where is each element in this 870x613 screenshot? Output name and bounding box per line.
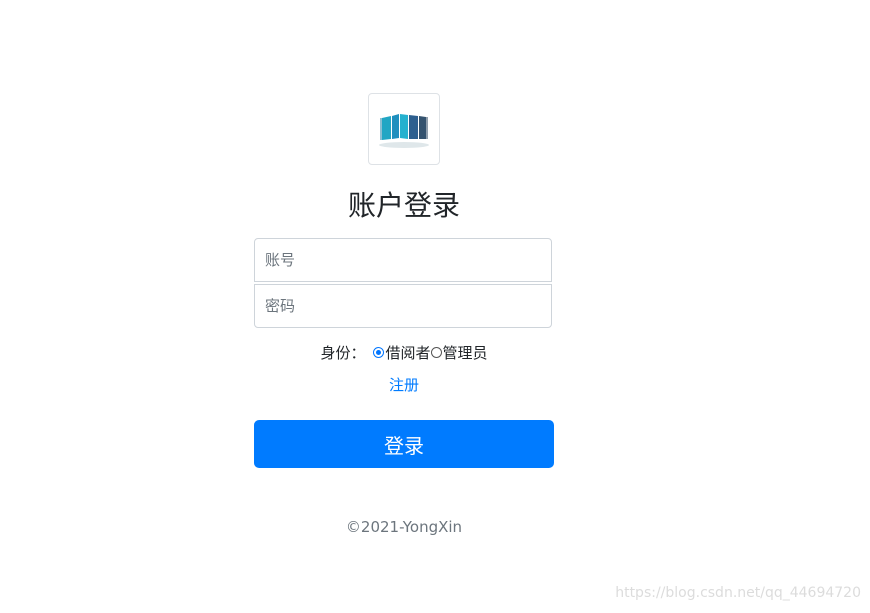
logo-box bbox=[368, 93, 440, 165]
watermark-text: https://blog.csdn.net/qq_44694720 bbox=[615, 585, 861, 601]
account-input[interactable] bbox=[254, 238, 552, 282]
admin-label: 管理员 bbox=[442, 343, 488, 362]
admin-radio[interactable] bbox=[430, 346, 442, 358]
login-button[interactable]: 登录 bbox=[254, 420, 554, 468]
role-option-admin[interactable]: 管理员 bbox=[430, 342, 488, 363]
register-link[interactable]: 注册 bbox=[254, 374, 554, 395]
role-selector: 身份： 借阅者 管理员 bbox=[254, 341, 554, 363]
page-title: 账户登录 bbox=[347, 189, 460, 222]
books-icon bbox=[379, 114, 429, 148]
role-option-borrower[interactable]: 借阅者 bbox=[373, 342, 431, 363]
borrower-label: 借阅者 bbox=[385, 343, 431, 362]
password-input[interactable] bbox=[254, 284, 552, 328]
borrower-radio[interactable] bbox=[373, 346, 385, 358]
role-label: 身份： bbox=[320, 343, 366, 362]
copyright-text: ©2021-YongXin bbox=[345, 518, 463, 536]
login-page: 账户登录 身份： 借阅者 管理员 注册 登录 ©2021-YongXin htt… bbox=[0, 0, 870, 613]
